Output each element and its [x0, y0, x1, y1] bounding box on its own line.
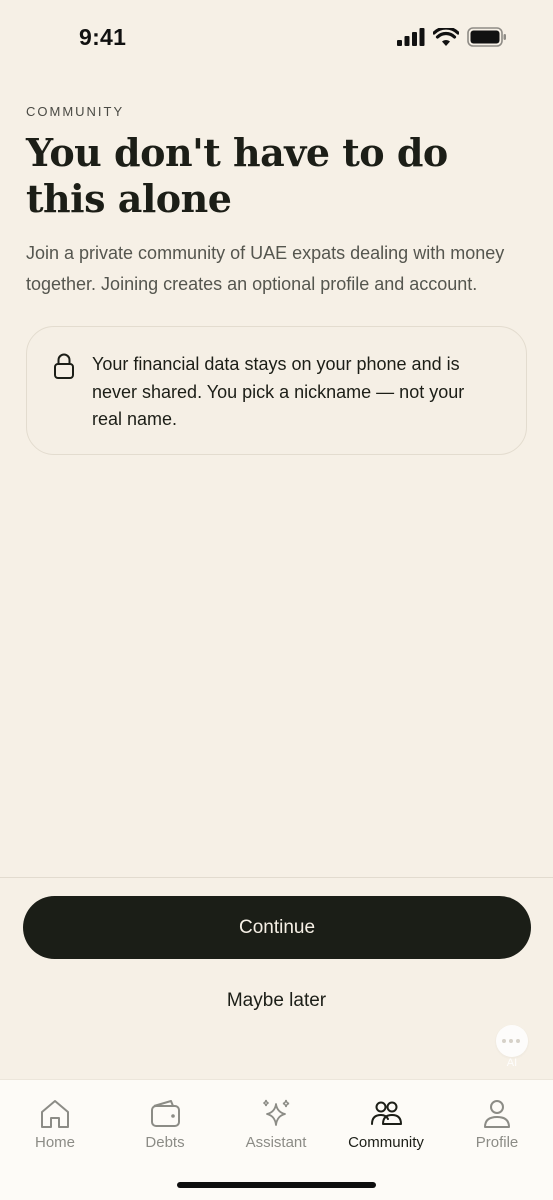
tab-community[interactable]: Community [331, 1098, 441, 1158]
status-time: 9:41 [79, 24, 127, 50]
tab-label: Community [348, 1134, 424, 1151]
tab-profile[interactable]: Profile [442, 1098, 552, 1158]
continue-button[interactable]: Continue [23, 896, 531, 959]
home-icon [41, 1100, 69, 1128]
battery-icon [467, 27, 506, 47]
wifi-icon [433, 27, 459, 46]
ai-label: AI [506, 1057, 518, 1069]
lock-icon [54, 353, 74, 379]
divider [0, 877, 553, 878]
status-bar: 9:41 [0, 0, 553, 76]
ai-assistant-button[interactable]: AI [493, 1021, 531, 1071]
privacy-card: Your financial data stays on your phone … [26, 326, 527, 455]
people-icon [371, 1101, 402, 1125]
tab-label: Assistant [245, 1134, 307, 1151]
tab-label: Profile [475, 1134, 519, 1151]
sparkle-icon [263, 1099, 290, 1126]
maybe-later-button[interactable]: Maybe later [0, 990, 553, 1012]
privacy-text: Your financial data stays on your phone … [92, 354, 465, 429]
page-subtitle: Join a private community of UAE expats d… [26, 243, 505, 294]
section-eyebrow: COMMUNITY [26, 104, 125, 119]
status-icons [397, 27, 507, 47]
person-icon [484, 1100, 510, 1128]
tab-home[interactable]: Home [0, 1098, 110, 1158]
wallet-icon [151, 1100, 180, 1127]
tab-label: Debts [145, 1134, 185, 1151]
home-indicator[interactable] [177, 1182, 376, 1188]
page-title: You don't have to do this alone [26, 130, 448, 221]
ai-dots [502, 1039, 520, 1043]
signal-icon [397, 28, 425, 46]
tab-assistant[interactable]: Assistant [221, 1098, 331, 1158]
tab-debts[interactable]: Debts [110, 1098, 220, 1158]
tab-label: Home [34, 1134, 75, 1151]
